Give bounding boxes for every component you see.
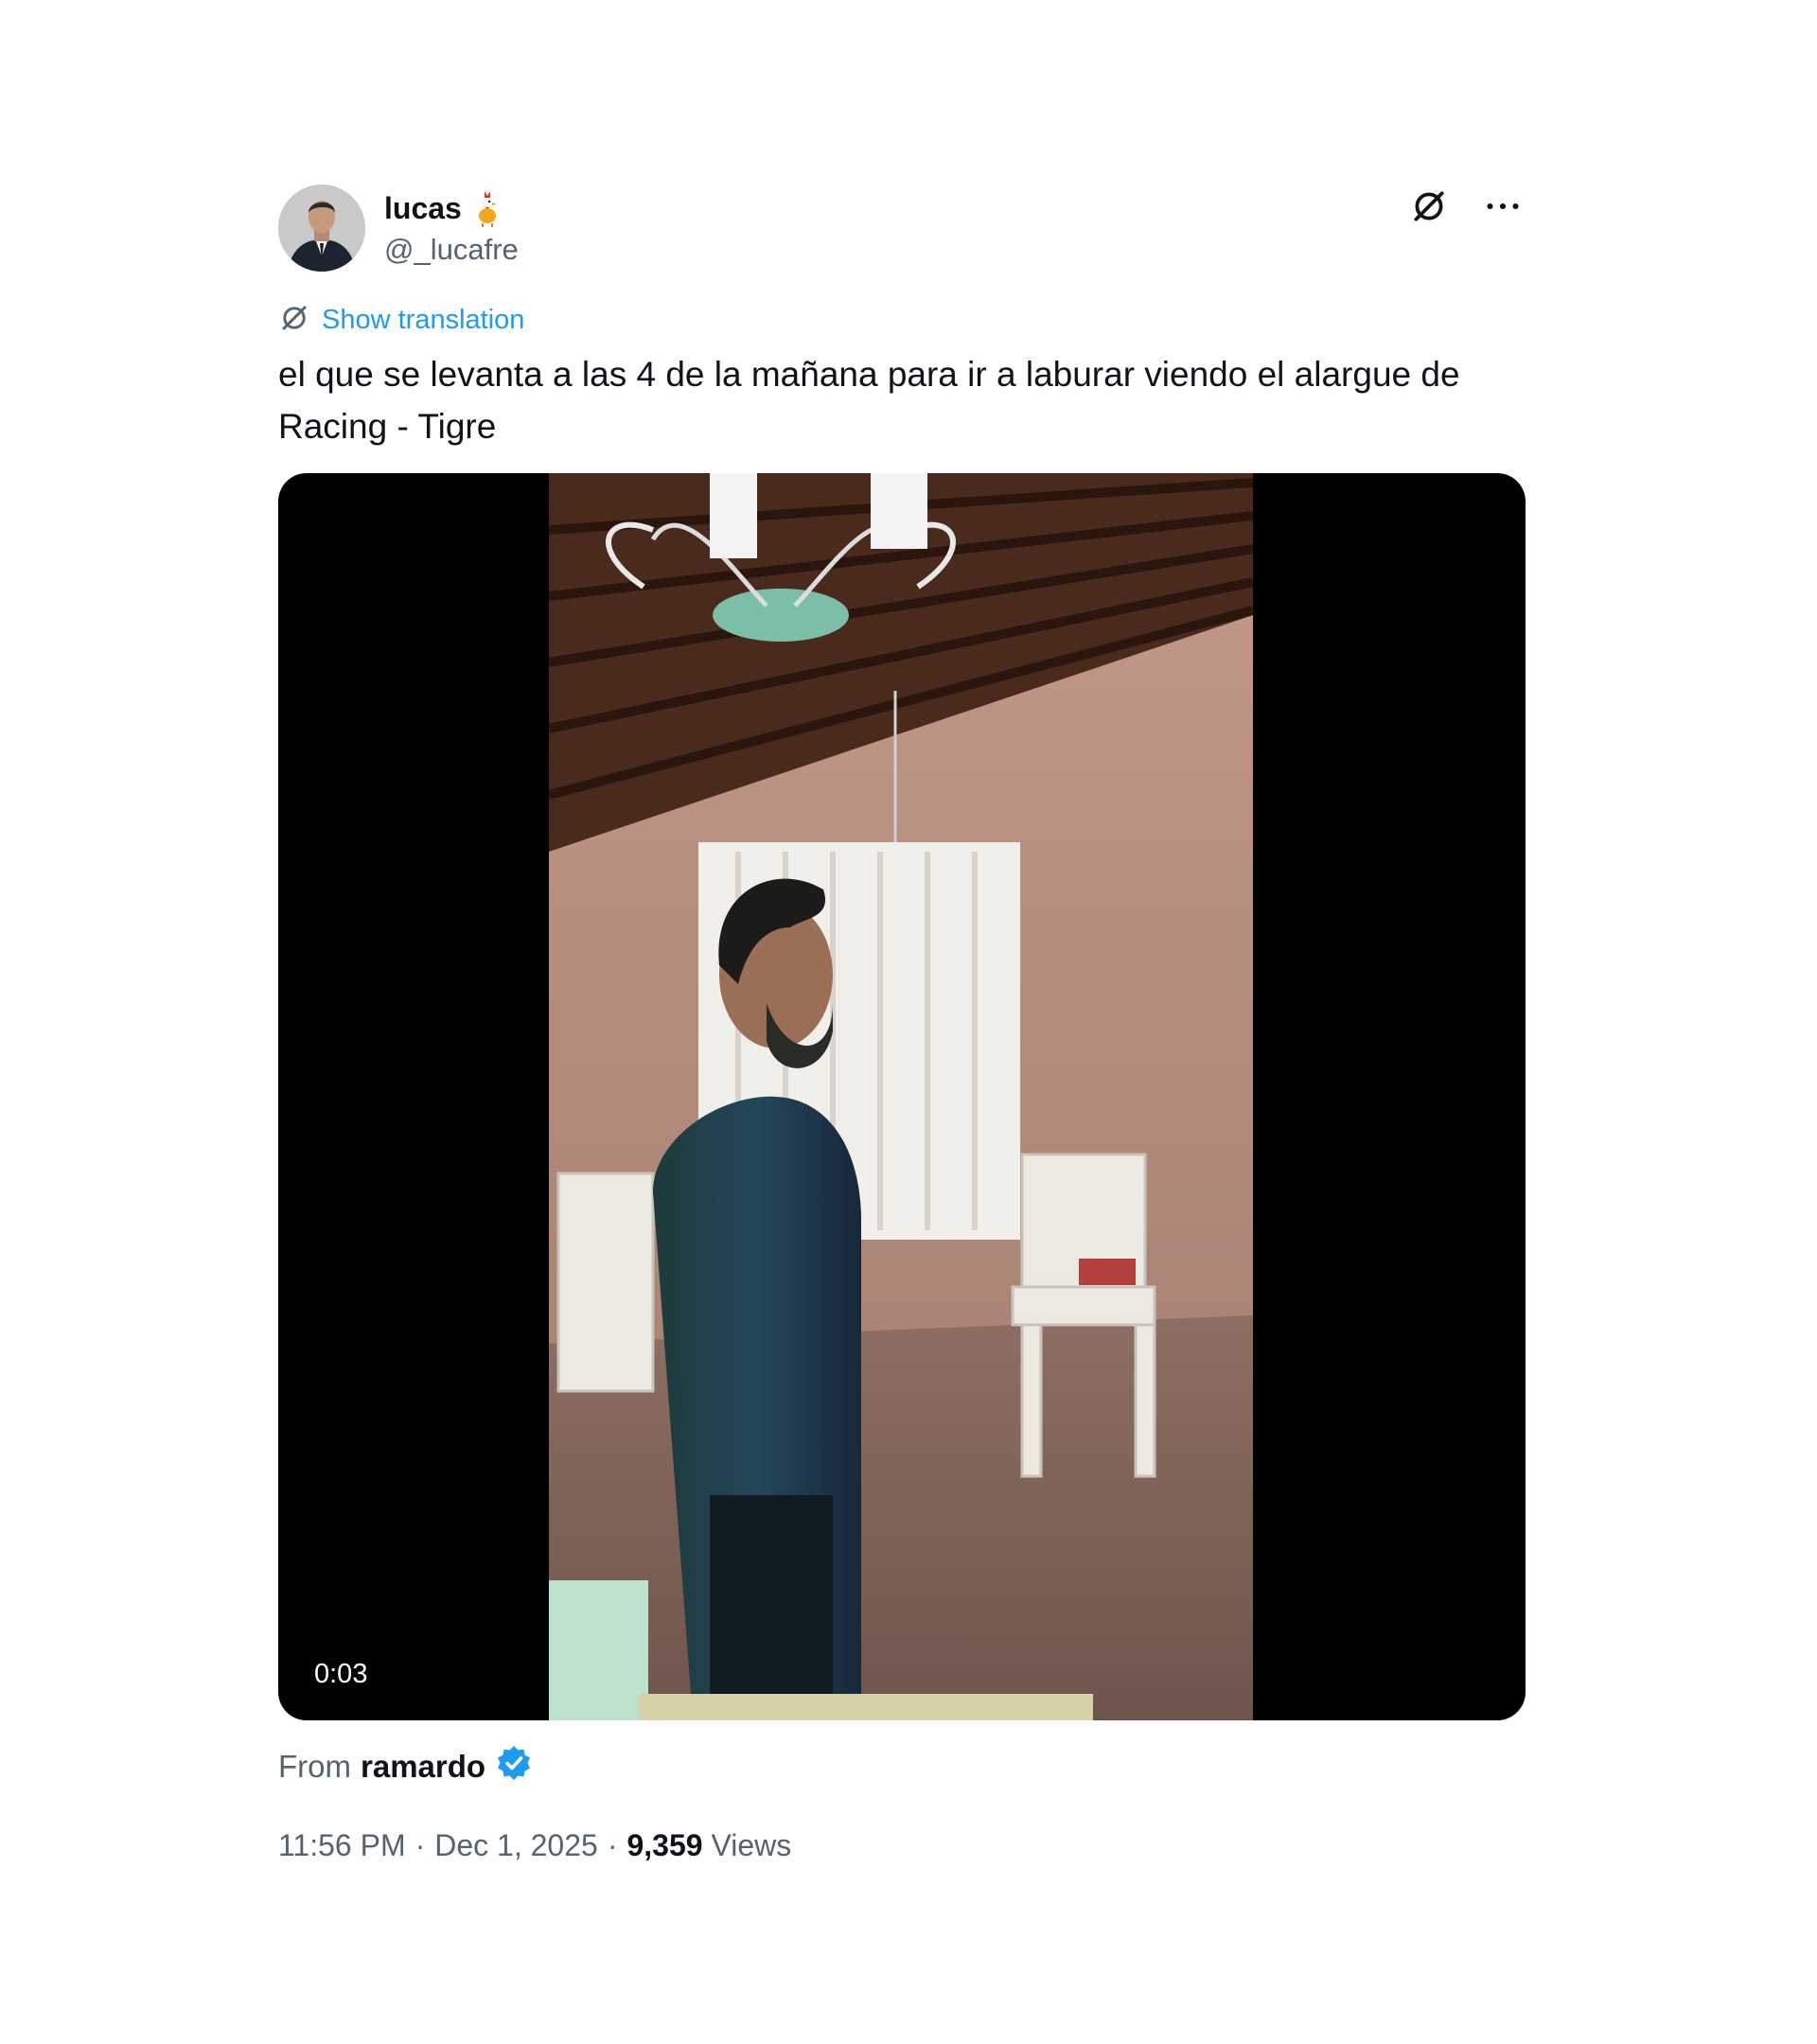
views-count: 9,359 (626, 1828, 703, 1862)
tweet-card: lucas @_lucafre Show translation el que … (278, 180, 1526, 1863)
rooster-emoji-icon (471, 189, 503, 227)
tweet-date[interactable]: Dec 1, 2025 (434, 1828, 598, 1863)
show-translation-link[interactable]: Show translation (322, 305, 524, 336)
video-duration: 0:03 (314, 1659, 368, 1689)
translation-row: Show translation (278, 299, 1526, 341)
tweet-text: el que se levanta a las 4 de la mañana p… (278, 355, 1460, 446)
header-actions (1406, 184, 1526, 229)
translate-icon (278, 302, 310, 339)
avatar[interactable] (278, 185, 365, 272)
views-label: Views (711, 1828, 792, 1862)
author-handle[interactable]: @_lucafre (384, 233, 519, 267)
video-thumbnail (549, 473, 1253, 1720)
avatar-image (278, 185, 365, 272)
attribution-row: From ramardo (278, 1745, 1526, 1788)
verified-badge-icon (495, 1744, 533, 1789)
source-user-link[interactable]: ramardo (361, 1749, 485, 1785)
author-name-row: lucas (384, 189, 503, 227)
from-label: From (278, 1749, 351, 1784)
author-name[interactable]: lucas (384, 191, 462, 226)
tweet-meta: 11:56 PM · Dec 1, 2025 · 9,359 Views (278, 1828, 1526, 1863)
meta-separator: · (415, 1828, 426, 1862)
more-options-icon[interactable] (1480, 184, 1526, 229)
tweet-header: lucas @_lucafre (278, 180, 1526, 274)
video-player[interactable]: 0:03 (278, 473, 1526, 1720)
meta-separator: · (607, 1828, 618, 1862)
video-frame[interactable] (549, 473, 1253, 1720)
tweet-time[interactable]: 11:56 PM (278, 1828, 406, 1863)
grok-icon[interactable] (1406, 184, 1452, 229)
